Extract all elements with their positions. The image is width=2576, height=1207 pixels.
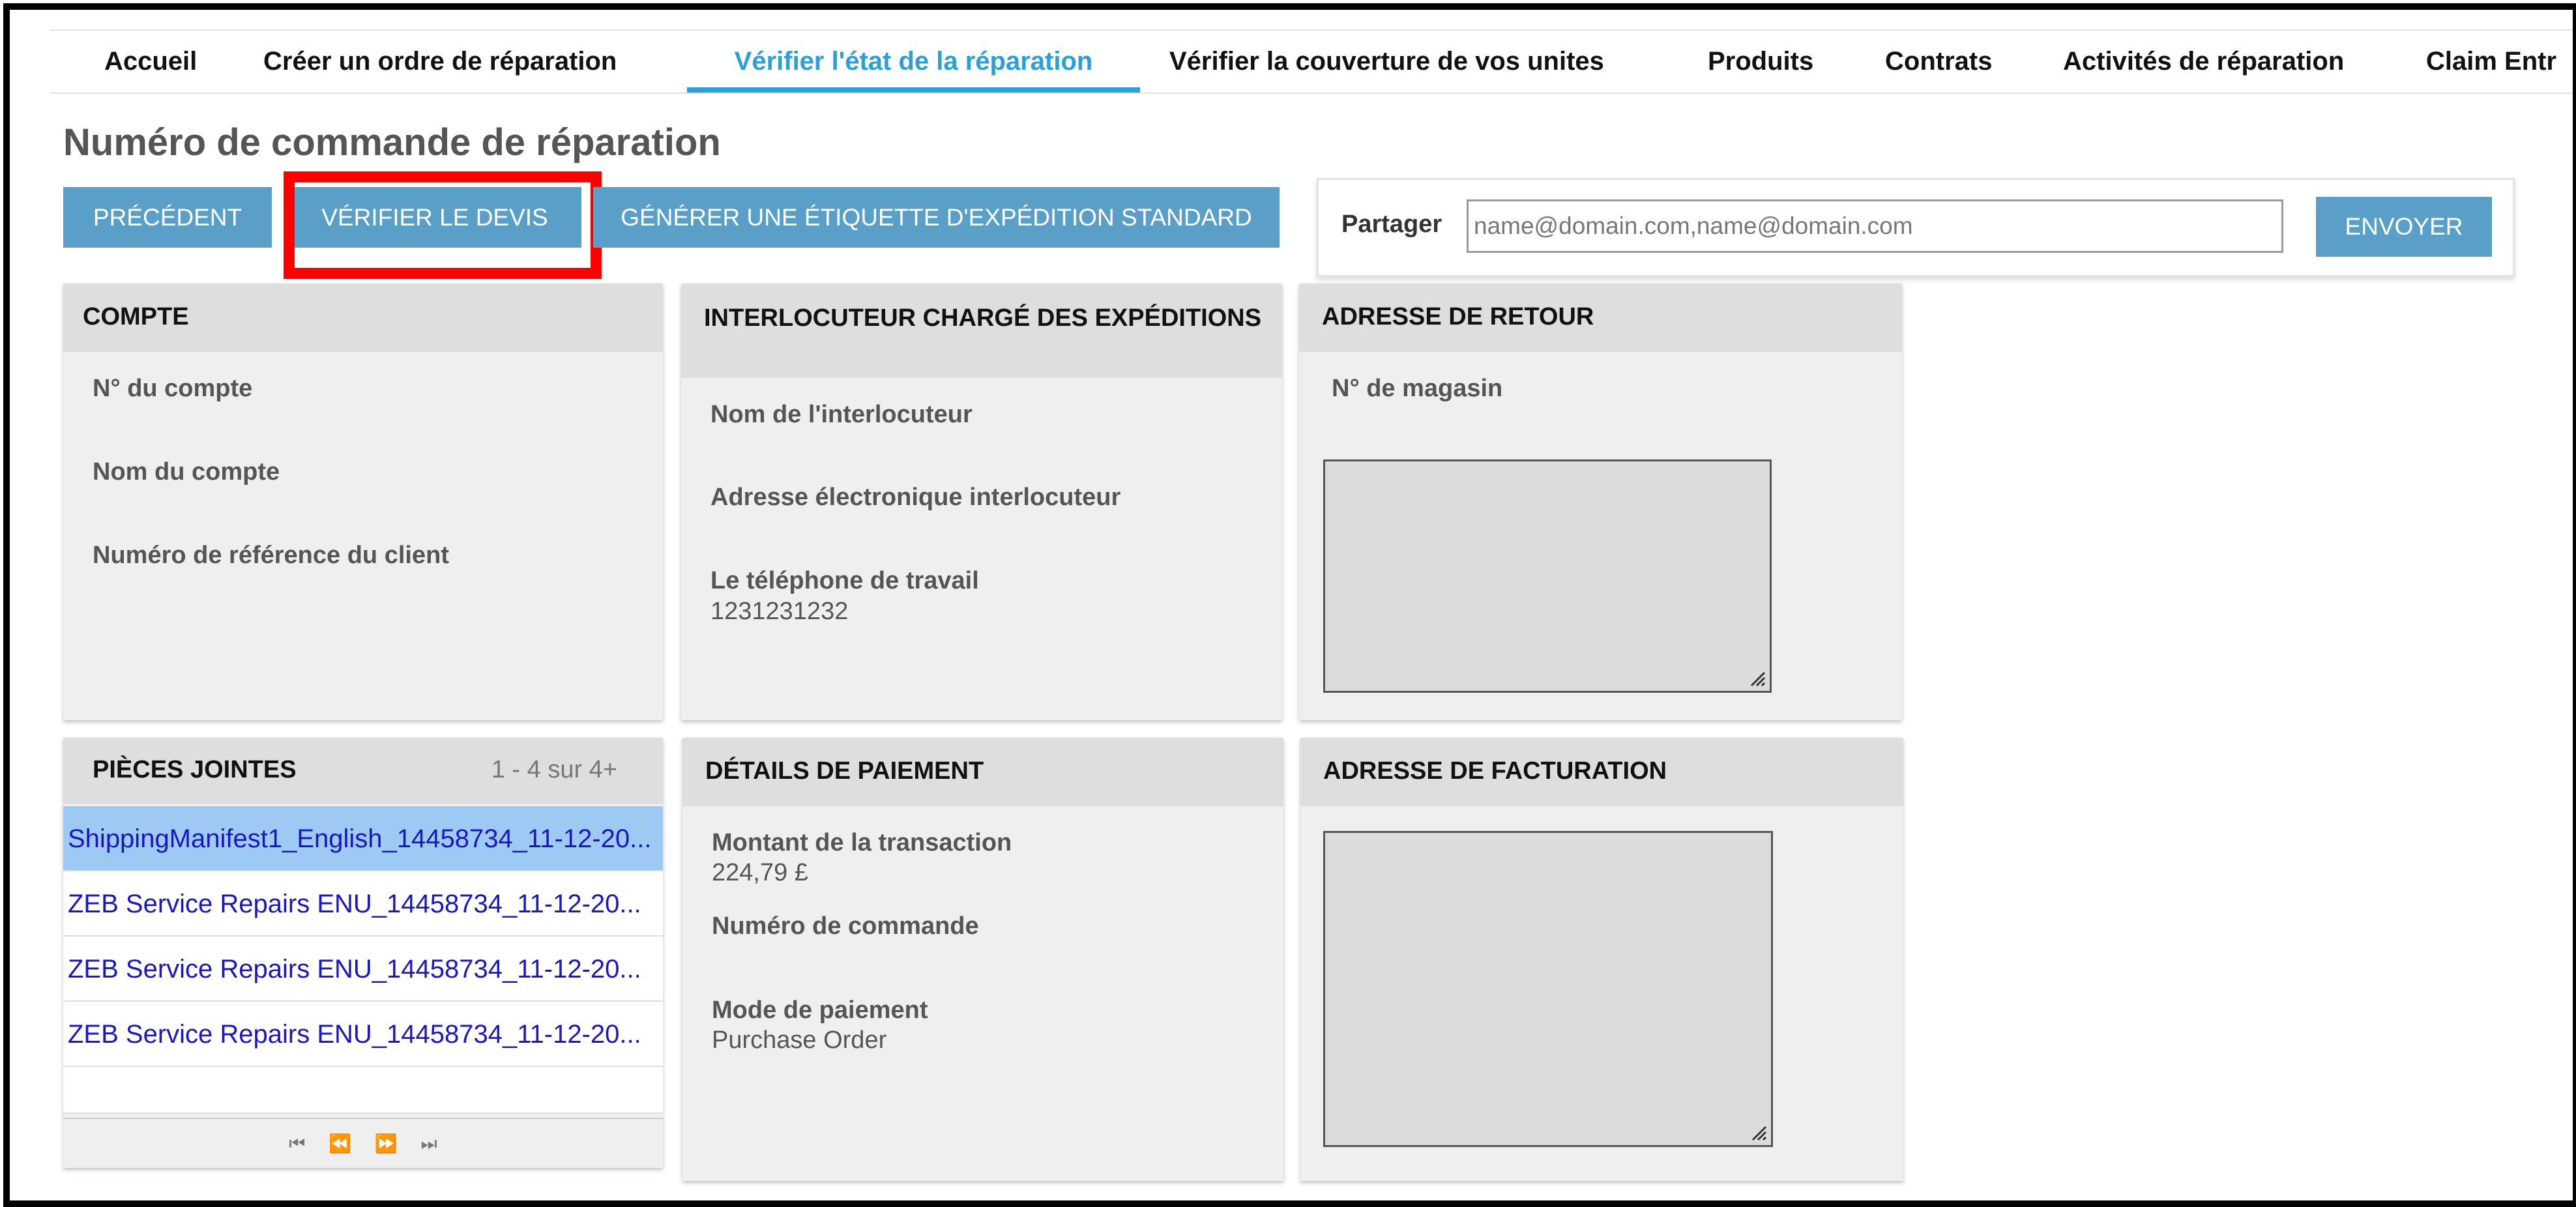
- page-title: Numéro de commande de réparation: [63, 121, 721, 164]
- app-frame: Accueil Créer un ordre de réparation Vér…: [3, 3, 2576, 1207]
- billing-address-textarea[interactable]: [1323, 831, 1773, 1147]
- tab-claim-entry[interactable]: Claim Entr: [2426, 31, 2556, 93]
- transaction-amount-label: Montant de la transaction: [712, 829, 1012, 856]
- store-number-label: N° de magasin: [1332, 375, 1503, 402]
- attachment-item[interactable]: ShippingManifest1_English_14458734_11-12…: [63, 806, 663, 871]
- customer-reference-label: Numéro de référence du client: [93, 542, 449, 569]
- shipping-contact-panel: INTERLOCUTEUR CHARGÉ DES EXPÉDITIONS Nom…: [681, 284, 1282, 720]
- attachments-panel-header: PIÈCES JOINTES 1 - 4 sur 4+: [63, 738, 663, 804]
- share-email-input[interactable]: [1467, 199, 2283, 253]
- account-panel-title: COMPTE: [63, 284, 663, 352]
- attachments-count: 1 - 4 sur 4+: [491, 756, 617, 783]
- generate-shipping-label-button[interactable]: GÉNÉRER UNE ÉTIQUETTE D'EXPÉDITION STAND…: [593, 187, 1280, 248]
- resize-grip-icon[interactable]: [1749, 1123, 1767, 1141]
- attachment-item[interactable]: ZEB Service Repairs ENU_14458734_11-12-2…: [63, 871, 663, 937]
- tab-contracts[interactable]: Contrats: [1885, 31, 1992, 93]
- send-button[interactable]: ENVOYER: [2316, 197, 2492, 257]
- attachment-item[interactable]: ZEB Service Repairs ENU_14458734_11-12-2…: [63, 937, 663, 1002]
- attachment-item[interactable]: ZEB Service Repairs ENU_14458734_11-12-2…: [63, 1002, 663, 1067]
- previous-button[interactable]: PRÉCÉDENT: [63, 187, 272, 248]
- attachments-pager: ⏮ ⏪ ⏩ ⏭: [63, 1118, 663, 1168]
- attachment-empty-row: [63, 1067, 663, 1114]
- return-address-panel-title: ADRESSE DE RETOUR: [1299, 284, 1902, 352]
- tab-check-coverage[interactable]: Vérifier la couverture de vos unites: [1169, 31, 1604, 93]
- share-box: Partager ENVOYER: [1317, 178, 2515, 277]
- previous-page-icon[interactable]: ⏪: [329, 1133, 351, 1154]
- next-page-icon[interactable]: ⏩: [375, 1133, 398, 1154]
- tab-create-repair-order[interactable]: Créer un ordre de réparation: [263, 31, 617, 93]
- attachments-title: PIÈCES JOINTES: [93, 756, 297, 783]
- contact-name-label: Nom de l'interlocuteur: [710, 401, 973, 428]
- tab-check-repair-status[interactable]: Vérifier l'état de la réparation: [687, 31, 1140, 93]
- payment-method-value: Purchase Order: [712, 1026, 887, 1054]
- contact-email-label: Adresse électronique interlocuteur: [710, 484, 1121, 511]
- work-phone-value: 1231231232: [710, 598, 849, 625]
- payment-method-label: Mode de paiement: [712, 996, 928, 1024]
- highlight-box: [284, 171, 602, 279]
- account-panel: COMPTE N° du compte Nom du compte Numéro…: [63, 284, 663, 720]
- payment-panel-title: DÉTAILS DE PAIEMENT: [682, 738, 1283, 806]
- attachments-panel: PIÈCES JOINTES 1 - 4 sur 4+ ShippingMani…: [63, 738, 663, 1168]
- return-address-panel: ADRESSE DE RETOUR N° de magasin: [1299, 284, 1902, 720]
- billing-address-panel: ADRESSE DE FACTURATION: [1300, 738, 1903, 1181]
- shipping-contact-panel-title: INTERLOCUTEUR CHARGÉ DES EXPÉDITIONS: [681, 284, 1282, 378]
- order-number-label: Numéro de commande: [712, 912, 979, 940]
- last-page-icon[interactable]: ⏭: [421, 1133, 437, 1154]
- work-phone-label: Le téléphone de travail: [710, 567, 979, 594]
- resize-grip-icon[interactable]: [1748, 669, 1766, 687]
- account-number-label: N° du compte: [93, 375, 253, 402]
- tab-products[interactable]: Produits: [1708, 31, 1813, 93]
- billing-address-panel-title: ADRESSE DE FACTURATION: [1300, 738, 1903, 806]
- tab-accueil[interactable]: Accueil: [104, 31, 197, 93]
- share-label: Partager: [1341, 211, 1442, 238]
- account-name-label: Nom du compte: [93, 458, 280, 486]
- payment-panel: DÉTAILS DE PAIEMENT Montant de la transa…: [682, 738, 1283, 1181]
- transaction-amount-value: 224,79 £: [712, 859, 808, 886]
- tab-repair-activities[interactable]: Activités de réparation: [2063, 31, 2344, 93]
- return-address-textarea[interactable]: [1323, 459, 1772, 693]
- tab-bar: Accueil Créer un ordre de réparation Vér…: [50, 29, 2573, 94]
- first-page-icon[interactable]: ⏮: [289, 1133, 305, 1154]
